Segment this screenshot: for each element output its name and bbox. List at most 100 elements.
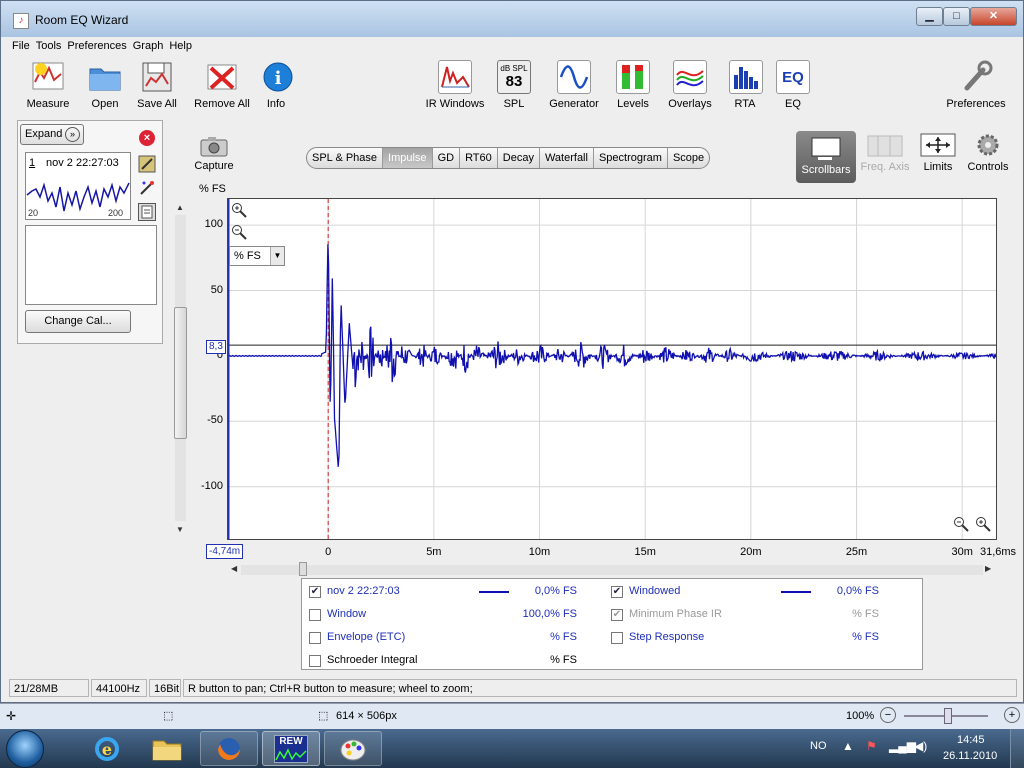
tab-waterfall[interactable]: Waterfall [540, 148, 594, 168]
tab-impulse[interactable]: Impulse [383, 148, 433, 168]
scroll-left-icon[interactable]: ◀ [231, 564, 237, 573]
change-cal-button[interactable]: Change Cal... [25, 310, 131, 333]
legend-checkbox[interactable] [611, 632, 623, 644]
scrollbars-toggle[interactable]: Scrollbars [796, 131, 856, 183]
capture-button[interactable]: Capture [189, 135, 239, 172]
clock-time[interactable]: 14:45 [957, 734, 985, 746]
internet-explorer-icon: e [95, 736, 119, 761]
y-axis-unit: % FS [199, 183, 226, 195]
taskbar-paint[interactable] [324, 731, 382, 766]
tab-decay[interactable]: Decay [498, 148, 540, 168]
eq-button[interactable]: EQ EQ [775, 60, 811, 110]
vertical-scroll-thumb[interactable] [174, 307, 187, 439]
zoom-in-horizontal-icon[interactable] [975, 516, 991, 532]
scroll-right-icon[interactable]: ▶ [985, 564, 991, 573]
legend-checkbox[interactable]: ✔ [611, 586, 623, 598]
clock-date[interactable]: 26.11.2010 [943, 750, 997, 762]
menu-file[interactable]: File [9, 38, 33, 54]
legend-checkbox[interactable]: ✔ [309, 586, 321, 598]
zoom-in-vertical-icon[interactable] [231, 202, 247, 218]
vertical-scrollbar[interactable]: ▲ ▼ [172, 201, 188, 537]
tab-rt60[interactable]: RT60 [460, 148, 498, 168]
close-measurement-icon[interactable]: × [139, 130, 155, 146]
image-size: 614 × 506px [336, 710, 397, 722]
legend-value: 100,0% FS [522, 608, 577, 620]
legend-checkbox[interactable] [309, 609, 321, 621]
tab-scope[interactable]: Scope [668, 148, 709, 168]
overlays-button[interactable]: Overlays [665, 60, 715, 110]
unit-select[interactable]: % FS ▼ [229, 246, 285, 266]
rta-button[interactable]: RTA [729, 60, 763, 110]
zoom-in-button[interactable]: + [1004, 707, 1020, 723]
taskbar-explorer[interactable] [138, 731, 196, 766]
legend-value: % FS [550, 631, 577, 643]
zoom-out-horizontal-icon[interactable] [953, 516, 969, 532]
legend-row-step-response: Step Response % FS [611, 630, 881, 648]
expand-button[interactable]: Expand » [20, 124, 84, 145]
menu-tools[interactable]: Tools [33, 38, 65, 54]
taskbar-ie[interactable]: e [78, 731, 136, 766]
spl-meter-button[interactable]: dB SPL 83 SPL [497, 60, 531, 110]
y-tick-label: 50 [210, 283, 223, 296]
minimize-button[interactable]: ▁ [916, 7, 943, 26]
legend-checkbox[interactable] [309, 632, 321, 644]
preferences-button[interactable]: Preferences [941, 60, 1011, 110]
maximize-button[interactable]: □ [943, 7, 970, 26]
horizontal-scroll-thumb[interactable] [299, 562, 307, 576]
action-center-icon[interactable]: ⚑ [866, 739, 877, 753]
notes-icon[interactable] [138, 203, 156, 221]
measurement-notes[interactable] [25, 225, 157, 305]
legend-row-windowed: ✔ Windowed 0,0% FS [611, 584, 881, 602]
close-button[interactable]: ✕ [970, 7, 1017, 26]
horizontal-scrollbar[interactable]: ◀ ▶ [227, 561, 997, 577]
network-icon[interactable]: ▂▄▆ [889, 739, 916, 753]
tab-spectrogram[interactable]: Spectrogram [594, 148, 668, 168]
zoom-out-vertical-icon[interactable] [231, 224, 247, 240]
menu-help[interactable]: Help [166, 38, 195, 54]
menu-preferences[interactable]: Preferences [64, 38, 129, 54]
language-indicator[interactable]: NO [810, 740, 827, 752]
scroll-down-icon[interactable]: ▼ [176, 525, 184, 534]
title-bar[interactable]: ♪ Room EQ Wizard ▁ □ ✕ [1, 1, 1023, 37]
zoom-out-button[interactable]: − [880, 707, 896, 723]
bit-depth-status: 16Bit [149, 679, 181, 697]
legend-checkbox[interactable]: ✔ [611, 609, 623, 621]
x-tick-label: 10m [528, 546, 551, 558]
taskbar-firefox[interactable] [200, 731, 258, 766]
taskbar-rew[interactable]: REW [262, 731, 320, 766]
menu-graph[interactable]: Graph [130, 38, 167, 54]
impulse-chart[interactable] [228, 199, 996, 539]
generator-button[interactable]: Generator [545, 60, 603, 110]
info-button[interactable]: i Info [261, 60, 293, 110]
open-button[interactable]: Open [85, 60, 125, 110]
y-tick-label: 100 [204, 218, 223, 231]
levels-button[interactable]: Levels [615, 60, 651, 110]
limits-button[interactable]: Limits [917, 132, 959, 173]
edit-measurement-icon[interactable] [138, 155, 156, 173]
zoom-slider-thumb[interactable] [944, 708, 952, 724]
controls-button[interactable]: Controls [963, 132, 1013, 173]
image-info-bar: ✛ ⬚ ⬚ 614 × 506px 100% − + [0, 703, 1024, 729]
scroll-up-icon[interactable]: ▲ [176, 203, 184, 212]
save-all-button[interactable]: Save All [135, 60, 179, 110]
save-icon [140, 60, 174, 94]
measure-button[interactable]: Measure [23, 60, 73, 110]
ir-windows-button[interactable]: IR Windows [423, 60, 487, 110]
freq-axis-button[interactable]: Freq. Axis [857, 132, 913, 173]
tab-spl-phase[interactable]: SPL & Phase [307, 148, 384, 168]
legend-checkbox[interactable] [309, 655, 321, 667]
start-button[interactable] [6, 730, 44, 768]
legend-line-swatch[interactable] [479, 591, 509, 593]
legend-row-nov-2-22-27-03: ✔ nov 2 22:27:03 0,0% FS [309, 584, 579, 602]
measurement-card[interactable]: 1 nov 2 22:27:03 20 200 [25, 152, 131, 220]
legend-value: 0,0% FS [534, 585, 577, 597]
show-desktop-button[interactable] [1010, 729, 1024, 768]
legend-line-swatch[interactable] [781, 591, 811, 593]
remove-all-button[interactable]: Remove All [191, 60, 253, 110]
impulse-plot[interactable] [227, 198, 997, 540]
volume-icon[interactable]: ◀) [914, 739, 927, 753]
tray-expand-icon[interactable]: ▲ [842, 739, 854, 753]
wand-icon[interactable] [138, 179, 156, 197]
camera-icon [200, 137, 228, 157]
tab-gd[interactable]: GD [433, 148, 461, 168]
